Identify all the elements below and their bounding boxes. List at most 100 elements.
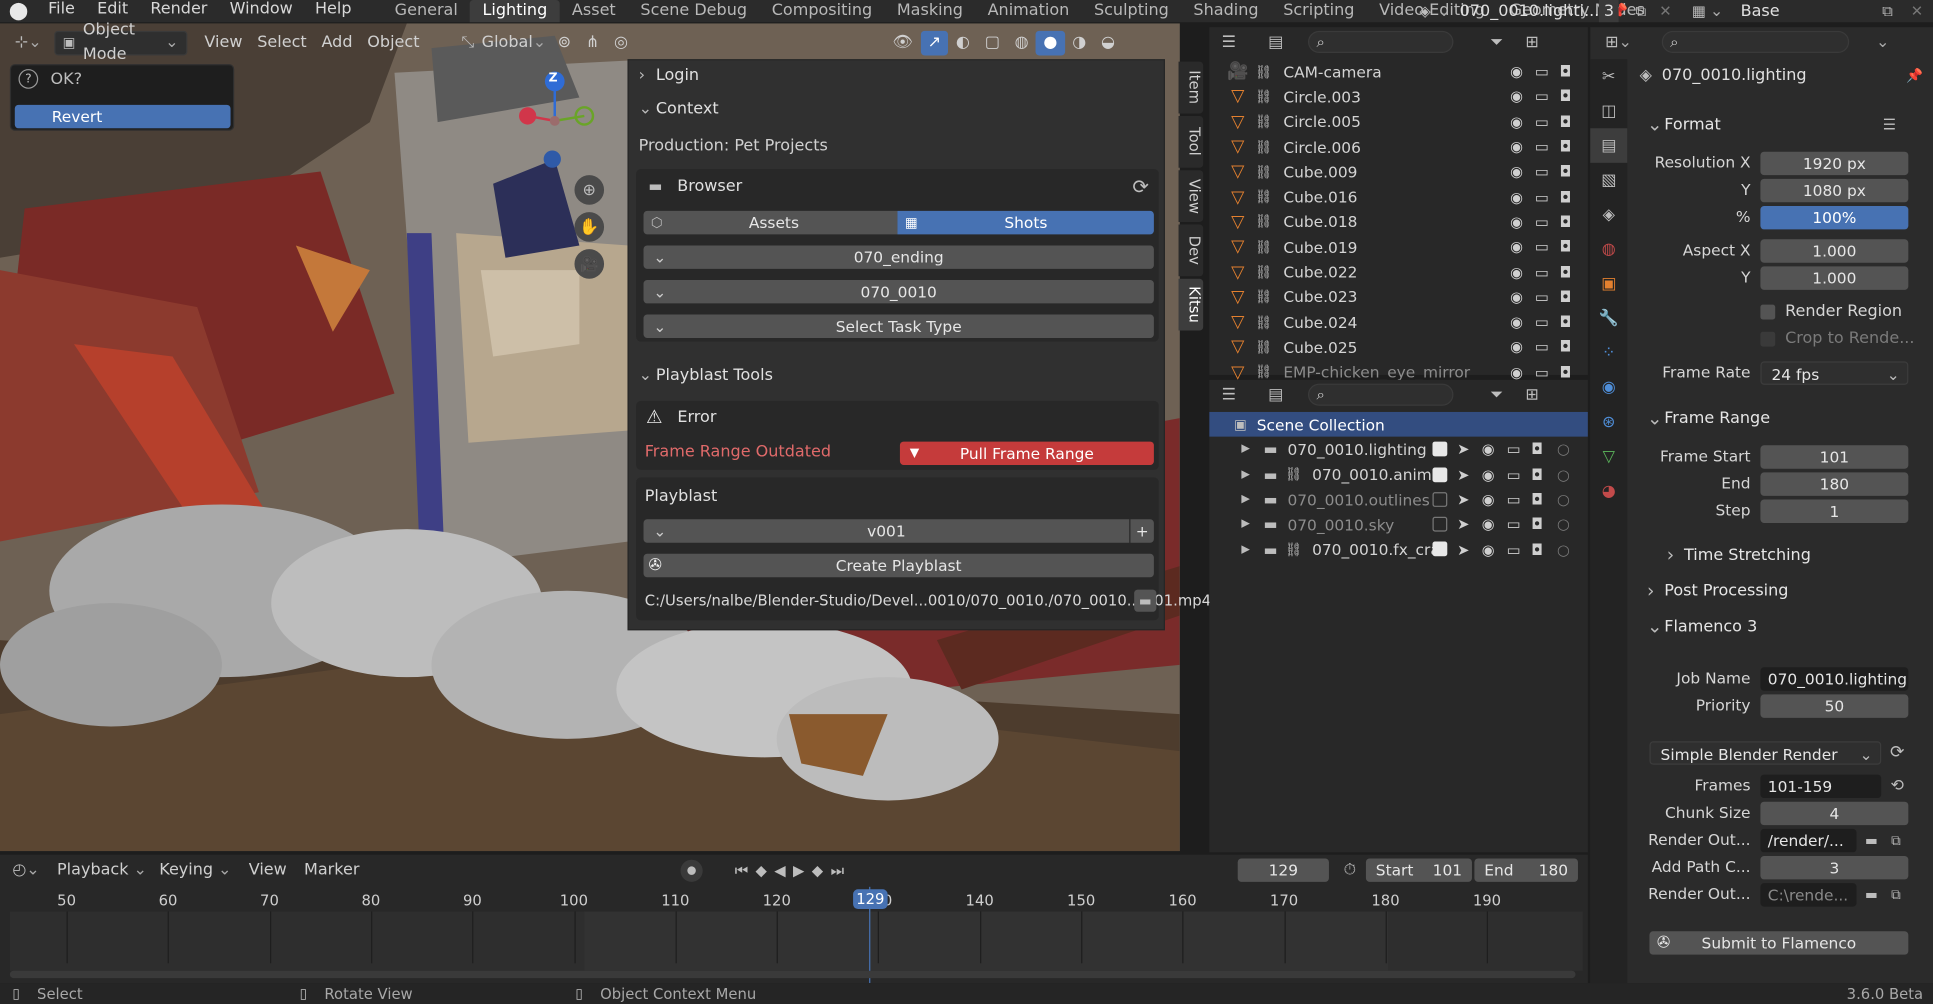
revert-button[interactable]: Revert	[14, 104, 231, 129]
outliner-object-row[interactable]: ▽ ⛓ Cube.022 ◉ ▭ ◘	[1209, 259, 1587, 284]
mode-dropdown[interactable]: ▣ Object Mode ⌄	[54, 21, 188, 64]
pan-hand-icon[interactable]: ✋	[574, 212, 605, 242]
physics-icon[interactable]: ◉	[1590, 370, 1627, 405]
timeline-area[interactable]: 5060708090100110120130140150160170180190…	[9, 886, 1583, 984]
collection-row[interactable]: ▶ ▬ ⛓ 070_0010.fx_cras ➤ ◉ ▭ ◘ ○	[1209, 537, 1587, 562]
solid-shading-icon[interactable]: ●	[1036, 30, 1065, 56]
chevron-down-icon[interactable]: ⌄	[1876, 33, 1889, 52]
refresh-icon[interactable]: ⟳	[1132, 175, 1149, 198]
render-camera-icon[interactable]: ◘	[1559, 213, 1571, 230]
xray-icon[interactable]: ▢	[977, 31, 1007, 56]
data-icon[interactable]: ▽	[1590, 439, 1627, 474]
collection-row[interactable]: ▶ ▬ 070_0010.lighting ➤ ◉ ▭ ◘ ○	[1209, 437, 1587, 462]
viewport-display-icon[interactable]: ▭	[1506, 541, 1520, 558]
eye-icon[interactable]: ◉	[1510, 338, 1523, 355]
selectable-arrow-icon[interactable]: ➤	[1457, 541, 1469, 558]
render-camera-icon[interactable]: ◘	[1559, 138, 1571, 155]
jump-start-icon[interactable]: ⏮	[735, 862, 748, 881]
render-camera-icon[interactable]: ◘	[1559, 288, 1571, 305]
record-icon[interactable]: ●	[680, 859, 703, 882]
view-layer-icon[interactable]: ▧	[1590, 163, 1627, 198]
editor-type-selector[interactable]: ⊹ ⌄	[7, 31, 49, 56]
collection-checkbox[interactable]	[1432, 517, 1448, 532]
format-panel-header[interactable]: ⌄ Format ☰	[1647, 113, 1923, 135]
start-frame-field[interactable]: Start 101	[1365, 858, 1472, 882]
viewport-display-icon[interactable]: ▭	[1506, 516, 1520, 533]
copy-icon[interactable]: ⧉	[1885, 883, 1907, 906]
tab-tool[interactable]: Tool	[1178, 115, 1204, 168]
resolution-x-field[interactable]: 1920 px	[1760, 151, 1909, 176]
presets-list-icon[interactable]: ☰	[1883, 116, 1896, 133]
output-icon[interactable]: ▤	[1590, 128, 1628, 163]
snap-icon[interactable]: ⋔	[578, 31, 606, 56]
tab-general[interactable]: General	[382, 0, 470, 22]
eye-icon[interactable]: ◉	[1510, 263, 1523, 280]
collection-row[interactable]: ▶ ▬ 070_0010.sky ➤ ◉ ▭ ◘ ○	[1209, 512, 1587, 537]
holdout-icon[interactable]: ○	[1557, 491, 1570, 508]
render-output2-input[interactable]: C:\rende...	[1760, 883, 1857, 907]
eye-icon[interactable]: ◉	[1510, 188, 1523, 205]
render-output-input[interactable]: /render/...	[1760, 828, 1857, 853]
reset-frames-icon[interactable]: ⟲	[1885, 773, 1910, 798]
assets-tab[interactable]: ⬡ Assets	[643, 210, 898, 235]
new-scene-icon[interactable]: ⧉	[1630, 0, 1652, 22]
playblast-tools-header[interactable]: ⌄ Playblast Tools	[629, 360, 1164, 390]
folder-icon[interactable]: ▬	[1860, 883, 1882, 906]
expand-arrow-icon[interactable]: ▶	[1241, 518, 1258, 530]
render-icon[interactable]: ◫	[1590, 94, 1627, 129]
refresh-job-types-icon[interactable]: ⟳	[1885, 740, 1910, 765]
viewport-display-icon[interactable]: ▭	[1535, 213, 1549, 230]
rendered-shading-icon[interactable]: ◒	[1094, 31, 1123, 56]
render-camera-icon[interactable]: ◘	[1559, 88, 1571, 105]
next-keyframe-icon[interactable]: ◆	[812, 862, 823, 879]
play-reverse-icon[interactable]: ◀	[774, 862, 785, 879]
collection-checkbox[interactable]	[1432, 441, 1448, 457]
outliner-object-row[interactable]: ▽ ⛓ Circle.006 ◉ ▭ ◘	[1209, 134, 1587, 159]
particles-icon[interactable]: ⁘	[1590, 335, 1627, 370]
eye-icon[interactable]: ◉	[1510, 63, 1523, 80]
resolution-y-field[interactable]: 1080 px	[1760, 178, 1909, 203]
close-icon[interactable]: ✕	[1654, 0, 1676, 22]
render-camera-icon[interactable]: ◘	[1531, 516, 1543, 533]
tab-view[interactable]: View	[1178, 170, 1204, 223]
eye-icon[interactable]: ◉	[1510, 213, 1523, 230]
menu-view[interactable]: View	[249, 860, 287, 879]
frames-input[interactable]: 101-159	[1760, 774, 1882, 799]
crop-to-render-checkbox[interactable]: Crop to Rende...	[1760, 329, 1915, 348]
new-view-layer-icon[interactable]: ⧉	[1876, 0, 1898, 22]
viewport-display-icon[interactable]: ▭	[1535, 163, 1549, 180]
render-camera-icon[interactable]: ◘	[1559, 113, 1571, 130]
folder-icon[interactable]: ▬	[1860, 829, 1882, 852]
aspect-y-field[interactable]: 1.000	[1760, 266, 1909, 290]
eye-icon[interactable]: ◉	[1510, 363, 1523, 380]
eye-icon[interactable]: ◉	[1482, 466, 1495, 483]
tab-asset[interactable]: Asset	[560, 0, 628, 22]
submit-to-flamenco-button[interactable]: ✇ Submit to Flamenco	[1649, 931, 1909, 955]
viewport-display-icon[interactable]: ▭	[1535, 113, 1549, 130]
selectable-arrow-icon[interactable]: ➤	[1457, 466, 1469, 483]
menu-marker[interactable]: Marker	[304, 860, 359, 879]
selectable-arrow-icon[interactable]: ➤	[1457, 516, 1469, 533]
viewport-display-icon[interactable]: ▭	[1535, 238, 1549, 255]
menu-file[interactable]: File	[37, 0, 86, 22]
viewport-display-icon[interactable]: ▭	[1535, 288, 1549, 305]
material-icon[interactable]: ◕	[1590, 474, 1627, 509]
tab-item[interactable]: Item	[1178, 61, 1204, 114]
collection-row[interactable]: ▶ ▬ ⛓ 070_0010.anim.o ➤ ◉ ▭ ◘ ○	[1209, 462, 1587, 487]
menu-select[interactable]: Select	[250, 31, 314, 56]
holdout-icon[interactable]: ○	[1557, 541, 1570, 558]
outliner-object-row[interactable]: ▽ ⛓ Cube.009 ◉ ▭ ◘	[1209, 159, 1587, 184]
outliner-object-row[interactable]: ▽ ⛓ Cube.023 ◉ ▭ ◘	[1209, 285, 1587, 310]
prev-keyframe-icon[interactable]: ◆	[755, 862, 766, 879]
end-frame-field[interactable]: End 180	[1474, 858, 1578, 882]
orientation-dropdown[interactable]: ⤡ Global ⌄	[454, 31, 550, 56]
eye-icon[interactable]: ◉	[1510, 238, 1523, 255]
visibility-icon[interactable]: 👁	[885, 31, 920, 56]
expand-arrow-icon[interactable]: ▶	[1241, 443, 1258, 455]
outliner-object-row[interactable]: ▽ ⛓ Cube.018 ◉ ▭ ◘	[1209, 209, 1587, 234]
collection-checkbox[interactable]	[1432, 491, 1448, 507]
job-name-input[interactable]: 070_0010.lighting	[1760, 667, 1909, 691]
eye-icon[interactable]: ◉	[1482, 491, 1495, 508]
resolution-percent-slider[interactable]: 100%	[1760, 205, 1909, 230]
eye-icon[interactable]: ◉	[1482, 441, 1495, 458]
